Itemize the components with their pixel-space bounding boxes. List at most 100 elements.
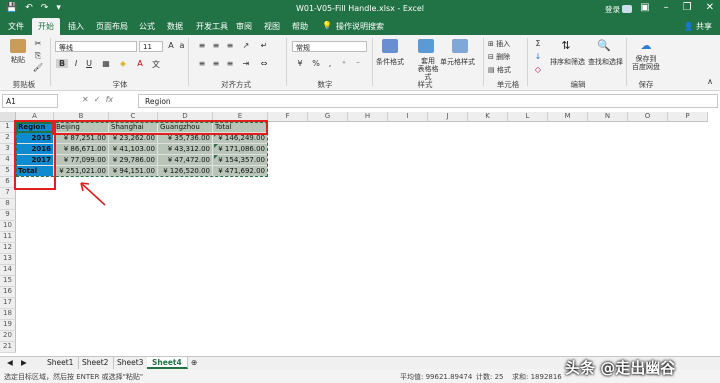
- cancel-icon[interactable]: ✕: [82, 95, 89, 104]
- align-right-icon[interactable]: ≡: [224, 59, 236, 68]
- minimize-icon[interactable]: –: [664, 2, 669, 13]
- copy-icon[interactable]: ⎘: [32, 51, 44, 61]
- column-header-f[interactable]: F: [268, 112, 308, 122]
- font-size-combo[interactable]: 11: [139, 41, 163, 52]
- fx-icon[interactable]: fx: [106, 95, 114, 104]
- align-top-icon[interactable]: ≡: [196, 41, 208, 50]
- row-header-11[interactable]: 11: [0, 232, 16, 243]
- row-header-14[interactable]: 14: [0, 265, 16, 276]
- borders-icon[interactable]: ▦: [100, 59, 112, 68]
- tab-review[interactable]: 审阅: [236, 21, 252, 32]
- row-header-10[interactable]: 10: [0, 221, 16, 232]
- row-header-12[interactable]: 12: [0, 243, 16, 254]
- paste-icon[interactable]: [10, 39, 26, 53]
- row-header-18[interactable]: 18: [0, 309, 16, 320]
- paste-button[interactable]: 粘贴: [11, 55, 25, 65]
- sheet-tab-sheet3[interactable]: Sheet3: [112, 357, 150, 369]
- row-header-9[interactable]: 9: [0, 210, 16, 221]
- row-header-8[interactable]: 8: [0, 199, 16, 210]
- column-header-j[interactable]: J: [428, 112, 468, 122]
- collapse-ribbon-icon[interactable]: ∧: [704, 77, 716, 86]
- align-left-icon[interactable]: ≡: [196, 59, 208, 68]
- save-to-cloud-button[interactable]: 保存到 百度网盘: [630, 55, 662, 71]
- worksheet-grid[interactable]: A B C D E F G H I J K L M N O P 1 2 3 4 5 6 7 8 9 10 11 12 13 14 15 16 1…: [0, 112, 720, 356]
- table-format-button[interactable]: 套用 表格格式: [416, 57, 440, 81]
- add-sheet-icon[interactable]: ⊕: [186, 357, 202, 369]
- sheet-tab-sheet2[interactable]: Sheet2: [77, 357, 115, 369]
- sheet-tab-sheet4[interactable]: Sheet4: [147, 357, 188, 369]
- merge-center-icon[interactable]: ⇔: [258, 59, 270, 68]
- tab-home[interactable]: 开始: [32, 18, 60, 35]
- increase-decimal-icon[interactable]: ⁺: [338, 59, 350, 68]
- fill-color-icon[interactable]: ◈: [117, 59, 129, 68]
- italic-icon[interactable]: I: [70, 59, 82, 68]
- row-header-20[interactable]: 20: [0, 331, 16, 342]
- phonetic-icon[interactable]: 文: [150, 59, 162, 70]
- restore-icon[interactable]: ❐: [683, 2, 692, 13]
- currency-icon[interactable]: ¥: [294, 59, 306, 68]
- font-name-combo[interactable]: 等线: [55, 41, 137, 52]
- name-box[interactable]: A1: [2, 94, 58, 108]
- row-header-17[interactable]: 17: [0, 298, 16, 309]
- sort-filter-icon[interactable]: ⇅: [558, 39, 574, 53]
- cut-icon[interactable]: ✂: [32, 39, 44, 48]
- column-header-h[interactable]: H: [348, 112, 388, 122]
- column-header-l[interactable]: L: [508, 112, 548, 122]
- align-bottom-icon[interactable]: ≡: [224, 41, 236, 50]
- column-header-i[interactable]: I: [388, 112, 428, 122]
- orientation-icon[interactable]: ↗: [240, 41, 252, 50]
- column-header-m[interactable]: M: [548, 112, 588, 122]
- tab-developer[interactable]: 开发工具: [196, 21, 228, 32]
- find-select-button[interactable]: 查找和选择: [588, 57, 623, 67]
- number-format-combo[interactable]: 常规: [292, 41, 367, 52]
- tab-insert[interactable]: 插入: [68, 21, 84, 32]
- conditional-format-icon[interactable]: [382, 39, 398, 53]
- indent-icon[interactable]: ⇥: [240, 59, 252, 68]
- tab-view[interactable]: 视图: [264, 21, 280, 32]
- tab-page-layout[interactable]: 页面布局: [96, 21, 128, 32]
- decrease-decimal-icon[interactable]: ⁻: [352, 59, 364, 68]
- shrink-font-icon[interactable]: a: [176, 41, 188, 50]
- find-select-icon[interactable]: 🔍: [596, 39, 612, 53]
- format-cells-button[interactable]: ▤ 格式: [488, 65, 511, 75]
- close-icon[interactable]: ✕: [706, 2, 714, 13]
- baidu-cloud-icon[interactable]: ☁: [638, 39, 654, 53]
- row-header-21[interactable]: 21: [0, 342, 16, 353]
- font-color-icon[interactable]: A: [134, 59, 146, 68]
- autosum-icon[interactable]: Σ: [532, 39, 544, 48]
- tell-me-search[interactable]: 操作说明搜索: [336, 21, 384, 32]
- signin-link[interactable]: 登录: [605, 4, 620, 15]
- row-header-13[interactable]: 13: [0, 254, 16, 265]
- row-header-19[interactable]: 19: [0, 320, 16, 331]
- cell-styles-icon[interactable]: [452, 39, 468, 53]
- wrap-text-icon[interactable]: ↵: [258, 41, 270, 50]
- tab-file[interactable]: 文件: [8, 21, 24, 32]
- table-format-icon[interactable]: [418, 39, 434, 53]
- enter-icon[interactable]: ✓: [94, 95, 101, 104]
- align-center-icon[interactable]: ≡: [210, 59, 222, 68]
- formula-input[interactable]: Region: [138, 94, 718, 108]
- cell-styles-button[interactable]: 单元格样式: [440, 57, 475, 67]
- format-painter-icon[interactable]: 🖌: [32, 63, 44, 72]
- comma-icon[interactable]: ,: [324, 59, 336, 68]
- tab-help[interactable]: 帮助: [292, 21, 308, 32]
- tab-data[interactable]: 数据: [167, 21, 183, 32]
- column-header-n[interactable]: N: [588, 112, 628, 122]
- next-sheet-icon[interactable]: ▶: [16, 357, 32, 369]
- fill-icon[interactable]: ↓: [532, 52, 544, 61]
- conditional-format-button[interactable]: 条件格式: [376, 57, 404, 67]
- share-button[interactable]: 👤 共享: [683, 21, 712, 32]
- column-header-k[interactable]: K: [468, 112, 508, 122]
- clear-icon[interactable]: ◇: [532, 65, 544, 74]
- insert-cells-button[interactable]: ⊞ 插入: [488, 39, 510, 49]
- row-header-15[interactable]: 15: [0, 276, 16, 287]
- row-header-16[interactable]: 16: [0, 287, 16, 298]
- tab-formulas[interactable]: 公式: [139, 21, 155, 32]
- user-icon[interactable]: [622, 5, 632, 13]
- delete-cells-button[interactable]: ⊟ 删除: [488, 52, 510, 62]
- bold-icon[interactable]: B: [56, 59, 68, 68]
- ribbon-display-icon[interactable]: ▣: [640, 2, 649, 13]
- percent-icon[interactable]: %: [310, 59, 322, 68]
- column-header-g[interactable]: G: [308, 112, 348, 122]
- column-header-o[interactable]: O: [628, 112, 668, 122]
